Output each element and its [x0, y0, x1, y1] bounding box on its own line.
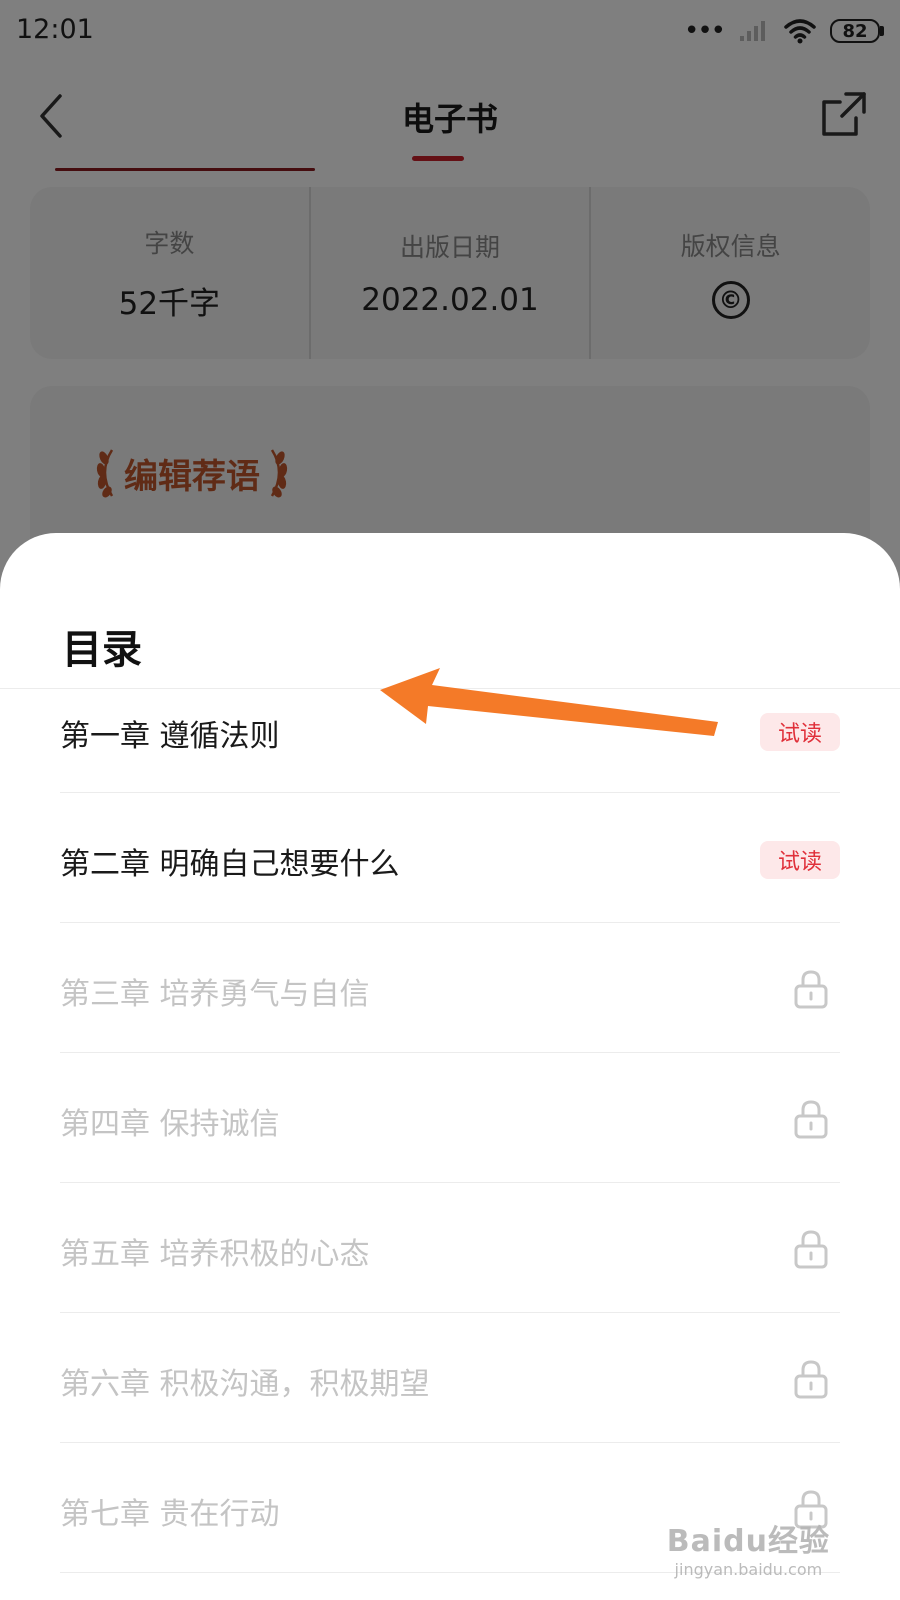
- chapter-item[interactable]: 第二章 明确自己想要什么 试读: [60, 793, 840, 923]
- watermark-sub: jingyan.baidu.com: [674, 1560, 823, 1579]
- trial-read-badge: 试读: [760, 841, 840, 879]
- chapter-title: 第三章 培养勇气与自信: [60, 977, 370, 1012]
- chapter-item[interactable]: 第六章 积极沟通，积极期望: [60, 1313, 840, 1443]
- chapter-title: 第一章 遵循法则: [60, 719, 280, 754]
- chapter-title: 第六章 积极沟通，积极期望: [60, 1367, 430, 1402]
- lock-icon: [794, 1100, 828, 1139]
- chapter-item[interactable]: 第五章 培养积极的心态: [60, 1183, 840, 1313]
- trial-read-badge: 试读: [760, 713, 840, 751]
- annotation-arrow-icon: [380, 668, 718, 736]
- chapter-title: 第五章 培养积极的心态: [60, 1237, 370, 1272]
- lock-icon: [794, 970, 828, 1009]
- chapter-title: 第二章 明确自己想要什么: [60, 847, 400, 882]
- baidu-watermark: Baidu经验 jingyan.baidu.com: [667, 1516, 830, 1579]
- chapter-item[interactable]: 第三章 培养勇气与自信: [60, 923, 840, 1053]
- lock-icon: [794, 1230, 828, 1269]
- chapter-item[interactable]: 第四章 保持诚信: [60, 1053, 840, 1183]
- watermark-main: Baidu经验: [666, 1524, 830, 1559]
- chapter-title: 第四章 保持诚信: [60, 1107, 280, 1142]
- chapter-title: 第七章 贵在行动: [60, 1497, 280, 1532]
- lock-icon: [794, 1360, 828, 1399]
